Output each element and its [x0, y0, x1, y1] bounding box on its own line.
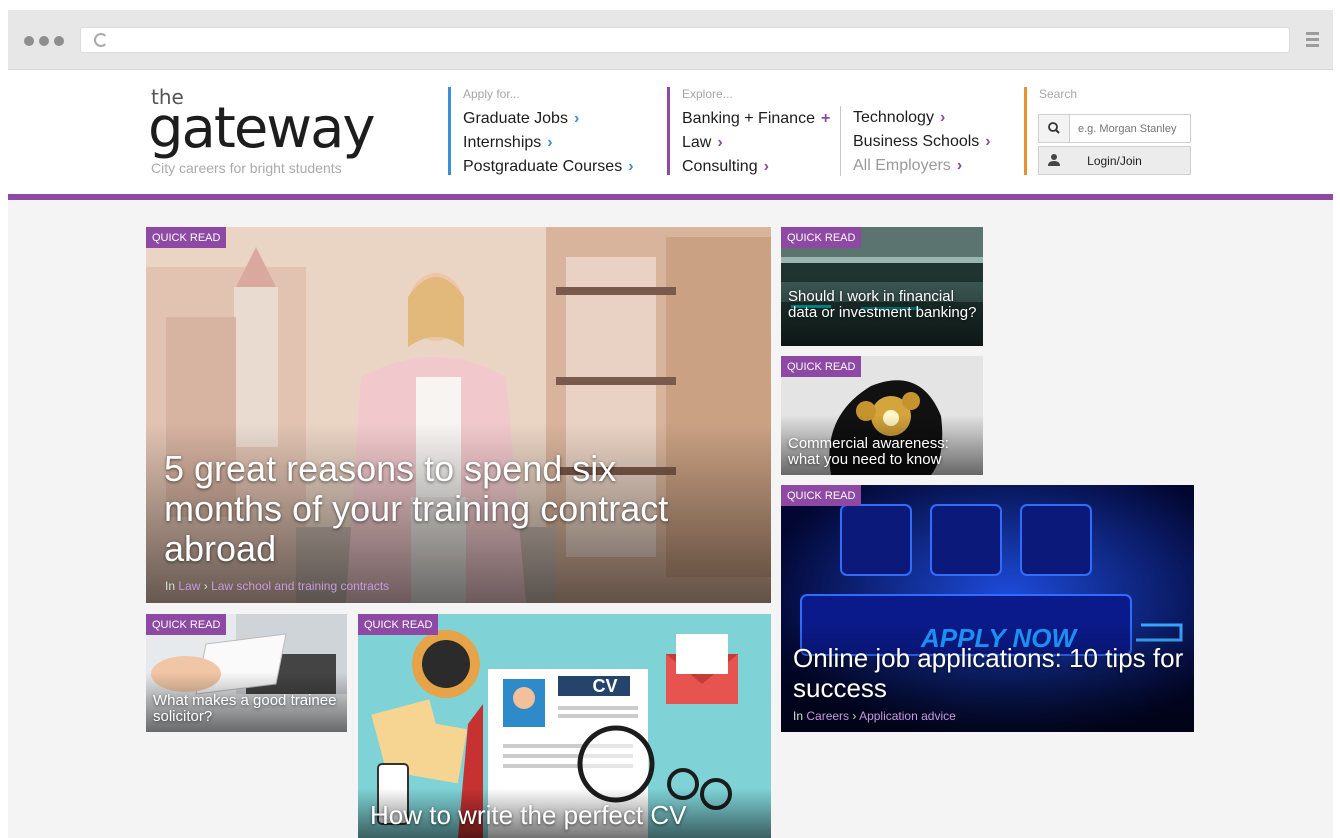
cv-badge: CV	[592, 676, 618, 696]
chevron-right-icon: ›	[547, 134, 553, 151]
logo[interactable]: gateway	[148, 96, 376, 161]
nav-label: All Employers	[853, 157, 951, 174]
subcategory-link[interactable]: Application advice	[859, 709, 956, 723]
quick-read-badge: QUICK READ	[781, 227, 862, 248]
subcategory-link[interactable]: Law school and training contracts	[211, 579, 389, 593]
chevron-right-icon: ›	[573, 110, 580, 127]
quick-read-badge: QUICK READ	[781, 356, 862, 377]
search-heading: Search	[1039, 87, 1078, 101]
reload-icon[interactable]	[94, 33, 108, 47]
article-card-cv[interactable]: CV QUICK READ How to write the perfect C…	[358, 614, 771, 838]
meta-in: In	[793, 709, 804, 723]
nav-postgraduate-courses[interactable]: Postgraduate Courses ›	[463, 155, 634, 179]
explore-nav: Explore... Banking + Finance + Law › Consu…	[667, 87, 830, 175]
site-header: the gateway City careers for bright stud…	[8, 70, 1333, 200]
browser-toolbar	[8, 10, 1333, 70]
search-input[interactable]	[1070, 115, 1188, 142]
article-card-main[interactable]: QUICK READ 5 great reasons to spend six …	[146, 227, 771, 603]
window-dot[interactable]	[54, 36, 64, 46]
search-button[interactable]	[1039, 115, 1070, 142]
category-link[interactable]: Careers	[806, 709, 849, 723]
nav-label: Internships	[463, 134, 542, 151]
chevron-right-icon: ›	[956, 157, 963, 174]
plus-icon: +	[820, 110, 831, 127]
window-dot[interactable]	[39, 36, 49, 46]
chevron-right-icon: ›	[717, 134, 723, 151]
nav-all-employers[interactable]: All Employers ›	[853, 154, 991, 178]
login-label: Login/Join	[1087, 154, 1142, 168]
apply-nav: Apply for... Graduate Jobs › Internships ›…	[448, 87, 634, 175]
meta-in: In	[165, 579, 176, 593]
chevron-right-icon: ›	[985, 133, 991, 150]
menu-icon[interactable]	[1306, 32, 1319, 48]
breadcrumb-separator: ›	[852, 709, 857, 723]
article-card-trainee-solicitor[interactable]: QUICK READ What makes a good trainee sol…	[146, 614, 347, 732]
nav-label: Business Schools	[853, 133, 980, 150]
article-card-commercial[interactable]: QUICK READ Commercial awareness: what yo…	[781, 356, 983, 475]
quick-read-badge: QUICK READ	[358, 614, 439, 635]
quick-read-badge: QUICK READ	[781, 485, 862, 506]
chevron-right-icon: ›	[939, 109, 946, 126]
address-bar[interactable]	[80, 27, 1290, 53]
nav-internships[interactable]: Internships ›	[463, 131, 634, 155]
nav-label: Banking + Finance	[682, 110, 815, 127]
article-title[interactable]: 5 great reasons to spend six months of y…	[164, 449, 744, 569]
article-title[interactable]: Commercial awareness: what you need to k…	[788, 436, 978, 468]
article-card-financial[interactable]: QUICK READ Should I work in financial da…	[781, 227, 983, 346]
nav-label: Consulting	[682, 158, 758, 175]
chevron-right-icon: ›	[763, 158, 769, 175]
nav-graduate-jobs[interactable]: Graduate Jobs ›	[463, 107, 634, 131]
search-icon	[1048, 122, 1060, 134]
explore-heading: Explore...	[682, 87, 733, 101]
article-title[interactable]: What makes a good trainee solicitor?	[153, 693, 343, 725]
browser-window: the gateway City careers for bright stud…	[8, 10, 1333, 838]
nav-label: Postgraduate Courses	[463, 158, 623, 175]
window-dot[interactable]	[24, 36, 34, 46]
apply-heading: Apply for...	[463, 87, 520, 101]
article-meta: In Careers › Application advice	[793, 709, 956, 723]
search-box	[1038, 114, 1191, 143]
article-meta: In Law › Law school and training contrac…	[165, 579, 389, 593]
breadcrumb-separator: ›	[203, 579, 208, 593]
nav-label: Graduate Jobs	[463, 110, 568, 127]
article-card-online-applications[interactable]: APPLY NOW QUICK READ Online job applicat…	[781, 485, 1194, 732]
nav-technology[interactable]: Technology ›	[853, 106, 991, 130]
chevron-right-icon: ›	[628, 158, 634, 175]
login-join-button[interactable]: Login/Join	[1038, 146, 1191, 175]
article-title[interactable]: How to write the perfect CV	[370, 800, 765, 830]
logo-tagline: City careers for bright students	[151, 160, 342, 176]
quick-read-badge: QUICK READ	[146, 227, 227, 248]
nav-business-schools[interactable]: Business Schools ›	[853, 130, 991, 154]
nav-banking-finance[interactable]: Banking + Finance +	[682, 107, 830, 131]
category-link[interactable]: Law	[178, 579, 200, 593]
explore-nav-2: Technology › Business Schools › All Employ…	[840, 106, 991, 176]
nav-consulting[interactable]: Consulting ›	[682, 155, 830, 179]
article-title[interactable]: Should I work in financial data or inves…	[788, 289, 978, 321]
quick-read-badge: QUICK READ	[146, 614, 227, 635]
article-title[interactable]: Online job applications: 10 tips for suc…	[793, 643, 1188, 703]
nav-law[interactable]: Law ›	[682, 131, 830, 155]
nav-label: Law	[682, 134, 712, 151]
nav-label: Technology	[853, 109, 934, 126]
